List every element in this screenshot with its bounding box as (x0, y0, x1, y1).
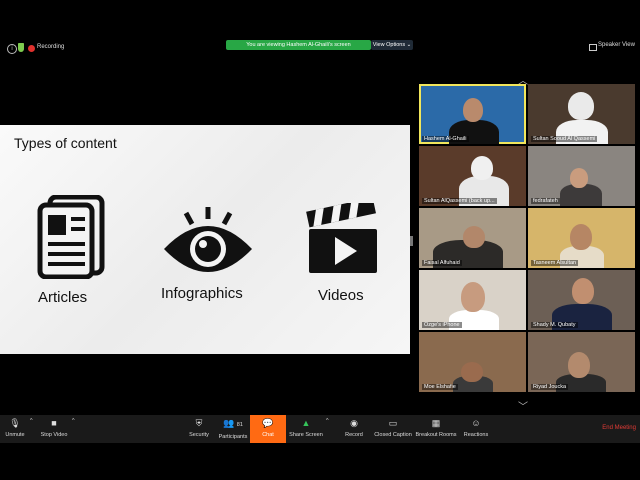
record-icon: ◉ (350, 418, 358, 428)
smiley-plus-icon: ☺ (471, 418, 481, 428)
stop-video-button[interactable]: ■ Stop Video (38, 418, 70, 438)
meeting-top-bar: i Recording You are viewing Hashem Al-Gh… (0, 40, 640, 58)
participant-face (568, 92, 594, 120)
participant-tile[interactable]: fedrafateh (528, 146, 635, 206)
recording-dot-icon (28, 45, 35, 52)
participant-tile[interactable]: Moe Elshafie (419, 332, 526, 392)
view-options-button[interactable]: View Options ⌄ (371, 40, 413, 50)
speaker-view-button[interactable]: Speaker View (598, 42, 635, 48)
info-icon[interactable]: i (7, 44, 17, 54)
end-meeting-button[interactable]: End Meeting (602, 425, 636, 431)
participant-name: Faisal Alfuhaid (422, 260, 462, 266)
breakout-rooms-icon: ▦ (431, 418, 441, 428)
participant-tile[interactable]: Tasneem Alsultan (528, 208, 635, 268)
participant-name: fedrafateh (531, 198, 560, 204)
participant-face (463, 226, 485, 248)
participant-tile[interactable]: Ozge's iPhone (419, 270, 526, 330)
participant-face (461, 362, 483, 382)
recording-label: Recording (37, 44, 65, 50)
participant-tile[interactable]: Shady M. Qubaty (528, 270, 635, 330)
screen-share-banner: You are viewing Hashem Al-Ghaili's scree… (226, 40, 371, 50)
unmute-button[interactable]: 🎙 Unmute (2, 418, 28, 438)
participant-name: Moe Elshafie (422, 384, 458, 390)
microphone-muted-icon: 🎙 (9, 418, 21, 428)
participant-face (461, 282, 485, 312)
participant-face (568, 352, 590, 378)
participant-face (471, 156, 493, 180)
participant-name: Ozge's iPhone (422, 322, 462, 328)
participant-face (572, 278, 594, 304)
eye-icon (164, 207, 252, 272)
splitter-handle[interactable] (410, 236, 413, 246)
infographics-label: Infographics (161, 285, 243, 302)
record-button[interactable]: ◉ Record (340, 418, 368, 438)
video-camera-icon: ■ (51, 418, 57, 428)
gallery-scroll-down-icon[interactable]: ﹀ (518, 398, 528, 413)
participant-name: Sultan AlQassemi (back up... (422, 198, 497, 204)
participants-count: 81 (236, 422, 243, 428)
audio-options-chevron-icon[interactable]: ^ (30, 418, 33, 424)
participants-button[interactable]: 👥 81 Participants (216, 418, 250, 440)
closed-caption-button[interactable]: ▭ Closed Caption (372, 418, 414, 438)
breakout-rooms-button[interactable]: ▦ Breakout Rooms (414, 418, 458, 438)
participants-icon: 👥 81 (223, 418, 243, 428)
view-options-label: View Options (372, 42, 406, 48)
security-button[interactable]: ⛨ Security (186, 418, 212, 438)
shared-screen-slide: Types of content Articles Infographics V… (0, 125, 410, 354)
participant-name: Shady M. Qubaty (531, 322, 578, 328)
share-options-chevron-icon[interactable]: ^ (326, 418, 329, 424)
participant-tile[interactable]: Sultan AlQassemi (back up... (419, 146, 526, 206)
articles-label: Articles (38, 289, 88, 306)
videos-label: Videos (318, 287, 364, 304)
newspaper-icon (37, 195, 105, 279)
participant-name: Tasneem Alsultan (531, 260, 579, 266)
clapperboard-icon (306, 203, 377, 273)
video-options-chevron-icon[interactable]: ^ (72, 418, 75, 424)
participant-name: Riyad Joucka (531, 384, 569, 390)
participant-name: Sultan Sooud Al Qassemi (531, 136, 598, 142)
cc-icon: ▭ (388, 418, 398, 428)
shield-icon: ⛨ (195, 418, 203, 428)
participant-tile[interactable]: Riyad Joucka (528, 332, 635, 392)
participant-tile[interactable]: Faisal Alfuhaid (419, 208, 526, 268)
participant-tile[interactable]: Sultan Sooud Al Qassemi (528, 84, 635, 144)
participant-face (570, 224, 592, 250)
participant-name: Hashem Al-Ghaili (422, 136, 469, 142)
share-screen-icon: ▲ (301, 418, 311, 428)
share-screen-button[interactable]: ▲ Share Screen (288, 418, 324, 438)
chat-button[interactable]: 💬 Chat (250, 415, 286, 443)
chevron-down-icon: ⌄ (406, 42, 412, 48)
reactions-button[interactable]: ☺ Reactions (460, 418, 492, 438)
chat-bubble-icon: 💬 (262, 418, 274, 428)
meeting-toolbar: 🎙 Unmute ^ ■ Stop Video ^ ⛨ Security 👥 8… (0, 415, 640, 443)
participant-face (463, 98, 483, 122)
encryption-shield-icon[interactable] (18, 43, 24, 52)
participant-face (570, 168, 588, 188)
slide-title: Types of content (14, 135, 117, 151)
speaker-view-icon[interactable] (589, 44, 597, 51)
participant-tile[interactable]: Hashem Al-Ghaili (419, 84, 526, 144)
